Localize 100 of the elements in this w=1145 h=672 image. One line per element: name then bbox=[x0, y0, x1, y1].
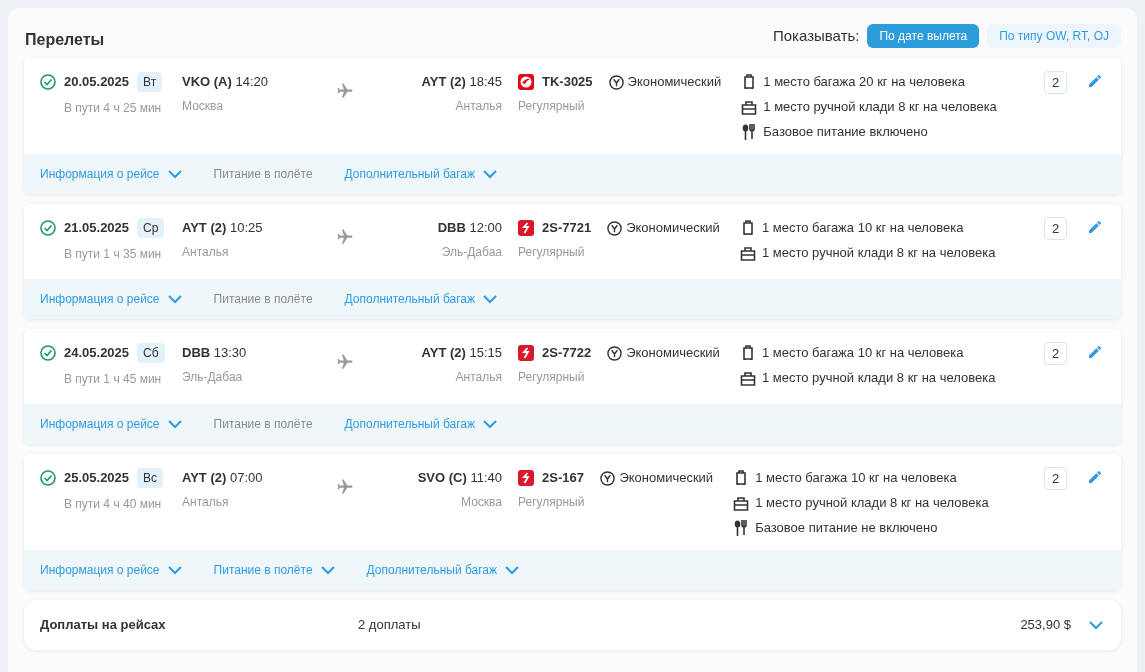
service-text: 1 место багажа 10 кг на человека bbox=[755, 469, 957, 488]
chevron-icon bbox=[483, 419, 498, 429]
flight-number: 2S-7722 bbox=[542, 344, 592, 363]
flight-type: Регулярный bbox=[518, 494, 585, 511]
bag-icon bbox=[741, 99, 758, 115]
arrival-city: Анталья bbox=[455, 98, 502, 115]
economy-class-icon bbox=[600, 470, 616, 486]
weekday-badge: Вт bbox=[137, 72, 163, 92]
edit-button[interactable] bbox=[1087, 469, 1103, 485]
airline-logo bbox=[518, 470, 534, 486]
flight-type: Регулярный bbox=[518, 244, 586, 261]
flight-date: 20.05.2025 bbox=[64, 73, 130, 92]
airline-logo bbox=[518, 74, 534, 90]
economy-class-icon bbox=[607, 220, 623, 236]
view-option[interactable]: По дате вылета bbox=[867, 24, 980, 48]
section-toggle[interactable]: Дополнительный багаж bbox=[366, 561, 520, 579]
suitcase-icon bbox=[741, 220, 754, 236]
service-text: 1 место багажа 10 кг на человека bbox=[761, 219, 964, 238]
chevron-icon bbox=[167, 565, 182, 575]
passenger-count: 2 bbox=[1044, 467, 1067, 490]
suitcase-icon bbox=[741, 345, 754, 361]
arrival-time: AYT (2) 18:45 bbox=[421, 73, 502, 91]
chevron-icon bbox=[167, 169, 182, 179]
section-toggle[interactable]: Дополнительный багаж bbox=[344, 165, 498, 183]
flight-duration: В пути 4 ч 25 мин bbox=[64, 100, 163, 117]
departure-time: VKO (A) 14:20 bbox=[182, 73, 269, 91]
pencil-icon bbox=[1087, 469, 1103, 485]
service-text: 1 место багажа 20 кг на человека bbox=[763, 73, 965, 92]
pencil-icon bbox=[1087, 219, 1103, 235]
arrival-city: Анталья bbox=[455, 369, 502, 386]
flight-number: 2S-7721 bbox=[542, 219, 592, 238]
section-toggle[interactable]: Информация о рейсе bbox=[40, 415, 182, 433]
bag-icon bbox=[733, 495, 750, 511]
suitcase-icon bbox=[743, 74, 756, 90]
bag-icon bbox=[739, 245, 756, 261]
view-option[interactable]: По типу OW, RT, OJ bbox=[987, 24, 1121, 48]
service-text: 1 место ручной клади 8 кг на человека bbox=[755, 494, 989, 513]
section-toggle[interactable]: Дополнительный багаж bbox=[344, 290, 498, 308]
service-text: Базовое питание включено bbox=[763, 123, 928, 142]
departure-city: Москва bbox=[182, 98, 224, 115]
section-toggle[interactable]: Информация о рейсе bbox=[40, 290, 182, 308]
edit-button[interactable] bbox=[1087, 344, 1103, 360]
flight-duration: В пути 1 ч 35 мин bbox=[64, 246, 163, 263]
cabin-class: Экономический bbox=[626, 219, 720, 238]
passenger-count: 2 bbox=[1044, 342, 1067, 365]
cabin-class: Экономический bbox=[626, 344, 720, 363]
chevron-icon bbox=[483, 169, 498, 179]
arrival-time: AYT (2) 15:15 bbox=[421, 344, 502, 362]
section-title: Перелеты bbox=[25, 30, 105, 50]
economy-class-icon bbox=[608, 74, 624, 90]
flight-type: Регулярный bbox=[518, 369, 586, 386]
flight-duration: В пути 1 ч 45 мин bbox=[64, 371, 163, 388]
expand-button[interactable] bbox=[1089, 620, 1103, 630]
flight-date: 25.05.2025 bbox=[64, 469, 130, 488]
service-text: Базовое питание не включено bbox=[755, 519, 938, 538]
section-toggle[interactable]: Информация о рейсе bbox=[40, 165, 182, 183]
departure-city: Эль-Дабаа bbox=[182, 369, 244, 386]
departure-time: AYT (2) 07:00 bbox=[182, 469, 264, 487]
service-text: 1 место ручной клади 8 кг на человека bbox=[761, 369, 996, 388]
arrival-city: Москва bbox=[461, 494, 502, 511]
weekday-badge: Сб bbox=[137, 343, 165, 363]
section-toggle[interactable]: Питание в полёте bbox=[213, 561, 335, 579]
surcharges-amount: 253,90 $ bbox=[1020, 616, 1071, 635]
pencil-icon bbox=[1087, 344, 1103, 360]
cabin-class: Экономический bbox=[627, 73, 722, 92]
chevron-icon bbox=[167, 294, 182, 304]
edit-button[interactable] bbox=[1087, 219, 1103, 235]
chevron-icon bbox=[320, 565, 335, 575]
surcharges-label: Доплаты на рейсах bbox=[40, 616, 167, 635]
airplane-icon bbox=[336, 478, 354, 496]
flight-date: 21.05.2025 bbox=[64, 219, 130, 238]
flight-number: 2S-167 bbox=[542, 469, 584, 488]
departure-city: Анталья bbox=[182, 494, 230, 511]
surcharges-count: 2 доплаты bbox=[358, 616, 421, 635]
economy-class-icon bbox=[607, 345, 623, 361]
passenger-count: 2 bbox=[1044, 71, 1067, 94]
chevron-icon bbox=[505, 565, 520, 575]
flight-duration: В пути 4 ч 40 мин bbox=[64, 496, 163, 513]
weekday-badge: Ср bbox=[137, 218, 165, 238]
fork-spoon-icon bbox=[742, 124, 757, 140]
cabin-class: Экономический bbox=[619, 469, 714, 488]
passenger-count: 2 bbox=[1044, 217, 1067, 240]
section-toggle[interactable]: Дополнительный багаж bbox=[344, 415, 498, 433]
arrival-time: DBB 12:00 bbox=[437, 219, 502, 237]
chevron-icon bbox=[483, 294, 498, 304]
weekday-badge: Вс bbox=[137, 468, 164, 488]
departure-time: DBB 13:30 bbox=[182, 344, 248, 362]
flight-type: Регулярный bbox=[518, 98, 586, 115]
arrival-city: Эль-Дабаа bbox=[441, 244, 502, 261]
departure-time: AYT (2) 10:25 bbox=[182, 219, 264, 237]
section-toggle[interactable]: Информация о рейсе bbox=[40, 561, 182, 579]
airplane-icon bbox=[336, 353, 354, 371]
bag-icon bbox=[739, 370, 756, 386]
flight-number: TK-3025 bbox=[542, 73, 593, 92]
edit-button[interactable] bbox=[1087, 73, 1103, 89]
fork-spoon-icon bbox=[734, 520, 749, 536]
service-text: 1 место ручной клади 8 кг на человека bbox=[763, 98, 997, 117]
chevron-icon bbox=[167, 419, 182, 429]
airline-logo bbox=[518, 220, 534, 236]
service-text: 1 место багажа 10 кг на человека bbox=[761, 344, 964, 363]
